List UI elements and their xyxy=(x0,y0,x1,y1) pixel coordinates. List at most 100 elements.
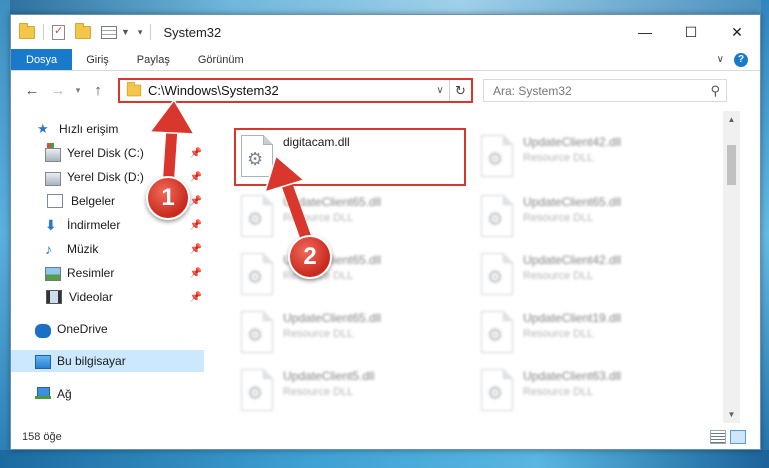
computer-icon xyxy=(35,354,51,369)
star-icon: ★ xyxy=(37,121,49,136)
scrollbar-thumb[interactable] xyxy=(727,145,736,185)
search-icon[interactable]: ⚲ xyxy=(710,83,720,99)
file-item[interactable]: ⚙ UpdateClient5.dll Resource DLL xyxy=(236,365,476,417)
file-item[interactable]: ⚙ UpdateClient42.dll Resource DLL xyxy=(476,131,716,183)
file-type: Resource DLL xyxy=(523,152,594,164)
sidebar-item-videos[interactable]: Videolar 📌 xyxy=(11,286,206,308)
sidebar-item-label: Yerel Disk (C:) xyxy=(67,146,144,160)
videos-icon xyxy=(46,290,62,304)
navigation-pane: ★ Hızlı erişim Yerel Disk (C:) 📌 Yerel D… xyxy=(11,111,206,423)
gear-icon: ⚙ xyxy=(247,383,264,403)
dll-file-icon: ⚙ xyxy=(481,311,513,353)
window-title: System32 xyxy=(163,24,222,40)
onedrive-icon xyxy=(35,323,51,338)
sidebar-item-onedrive[interactable]: OneDrive xyxy=(11,318,206,340)
gear-icon: ⚙ xyxy=(247,209,264,229)
tab-file[interactable]: Dosya xyxy=(11,49,73,70)
quick-access-toolbar: ▼ ▾ xyxy=(11,15,155,49)
callout-badge-2: 2 xyxy=(288,235,332,279)
view-icon[interactable] xyxy=(101,25,117,39)
sidebar-item-this-pc[interactable]: Bu bilgisayar xyxy=(11,350,204,372)
expand-ribbon-icon[interactable]: ∨ xyxy=(717,54,724,65)
address-path[interactable]: C:\Windows\System32 xyxy=(148,83,279,98)
pin-icon: 📌 xyxy=(189,219,202,231)
file-type: Resource DLL xyxy=(523,386,594,398)
sidebar-item-label: Belgeler xyxy=(71,194,116,208)
sidebar-item-label: İndirmeler xyxy=(67,218,121,232)
status-bar: 158 öğe xyxy=(11,425,760,449)
maximize-button[interactable]: ☐ xyxy=(668,15,714,49)
tab-view[interactable]: Görünüm xyxy=(184,49,258,70)
file-type: Resource DLL xyxy=(523,212,594,224)
downloads-icon: ⬇ xyxy=(45,217,57,233)
gear-icon: ⚙ xyxy=(487,149,504,169)
file-type: Resource DLL xyxy=(283,386,354,398)
file-item[interactable]: ⚙ UpdateClient63.dll Resource DLL xyxy=(476,365,716,417)
file-item-digitacam[interactable]: ⚙ digitacam.dll xyxy=(236,131,476,183)
file-item[interactable]: ⚙ UpdateClient42.dll Resource DLL xyxy=(476,249,716,301)
properties-icon[interactable] xyxy=(52,24,65,40)
title-bar: ▼ ▾ System32 — ☐ ✕ xyxy=(11,15,760,49)
dll-file-icon: ⚙ xyxy=(241,311,273,353)
scroll-up-icon[interactable]: ▲ xyxy=(723,111,740,128)
sidebar-item-pictures[interactable]: Resimler 📌 xyxy=(11,262,206,284)
refresh-button[interactable]: ↻ xyxy=(449,80,471,101)
file-type: Resource DLL xyxy=(283,212,354,224)
desktop-background xyxy=(0,0,10,468)
up-button[interactable]: ↑ xyxy=(85,82,111,99)
network-icon xyxy=(35,387,51,401)
tab-home[interactable]: Giriş xyxy=(72,49,123,70)
sidebar-item-quick-access[interactable]: ★ Hızlı erişim xyxy=(11,118,206,140)
customize-toolbar-icon[interactable]: ▾ xyxy=(138,27,143,38)
back-button[interactable]: ← xyxy=(19,82,45,99)
file-item[interactable]: ⚙ UpdateClient65.dll Resource DLL xyxy=(236,307,476,359)
drive-icon xyxy=(45,171,61,186)
sidebar-item-label: Videolar xyxy=(69,290,113,304)
details-view-icon[interactable] xyxy=(710,430,726,444)
recent-locations-button[interactable]: ▾ xyxy=(71,85,85,96)
pin-icon: 📌 xyxy=(189,171,202,183)
gear-icon: ⚙ xyxy=(247,149,264,169)
gear-icon: ⚙ xyxy=(247,267,264,287)
forward-button[interactable]: → xyxy=(45,82,71,99)
sidebar-item-music[interactable]: ♪ Müzik 📌 xyxy=(11,238,206,260)
sidebar-item-local-disk-c[interactable]: Yerel Disk (C:) 📌 xyxy=(11,142,206,164)
address-dropdown-icon[interactable]: ∨ xyxy=(431,85,449,96)
file-item[interactable]: ⚙ UpdateClient65.dll Resource DLL xyxy=(236,249,476,301)
file-item[interactable]: ⚙ UpdateClient19.dll Resource DLL xyxy=(476,307,716,359)
file-type: Resource DLL xyxy=(523,270,594,282)
sidebar-item-label: Hızlı erişim xyxy=(59,122,119,136)
file-name: UpdateClient19.dll xyxy=(523,311,622,325)
scroll-down-icon[interactable]: ▼ xyxy=(723,406,740,423)
pin-icon: 📌 xyxy=(189,267,202,279)
large-icons-view-icon[interactable] xyxy=(730,430,746,444)
pin-icon: 📌 xyxy=(189,147,202,159)
help-icon[interactable]: ? xyxy=(734,52,748,67)
file-type: Resource DLL xyxy=(523,328,594,340)
close-button[interactable]: ✕ xyxy=(714,15,760,49)
file-item[interactable]: ⚙ UpdateClient65.dll Resource DLL xyxy=(236,191,476,243)
new-folder-icon[interactable] xyxy=(75,22,91,39)
address-bar[interactable]: C:\Windows\System32 ∨ ↻ xyxy=(118,78,473,103)
vertical-scrollbar[interactable]: ▲ ▼ xyxy=(723,111,740,423)
search-input[interactable] xyxy=(493,83,693,98)
folder-icon xyxy=(126,81,142,97)
file-item[interactable]: ⚙ UpdateClient65.dll Resource DLL xyxy=(476,191,716,243)
desktop-background xyxy=(0,0,769,14)
sidebar-item-label: Ağ xyxy=(57,387,72,401)
sidebar-item-label: Müzik xyxy=(67,242,99,256)
sidebar-item-label: Yerel Disk (D:) xyxy=(67,170,144,184)
minimize-button[interactable]: — xyxy=(622,15,668,49)
file-name: UpdateClient65.dll xyxy=(523,195,622,209)
sidebar-item-label: Bu bilgisayar xyxy=(57,354,126,368)
folder-icon xyxy=(19,22,35,39)
dll-file-icon: ⚙ xyxy=(481,135,513,177)
sidebar-item-network[interactable]: Ağ xyxy=(11,383,206,405)
navigation-bar: ← → ▾ ↑ C:\Windows\System32 ∨ ↻ ⚲ xyxy=(11,72,760,109)
chevron-down-icon[interactable]: ▼ xyxy=(121,27,130,37)
gear-icon: ⚙ xyxy=(487,325,504,345)
toolbar-separator xyxy=(150,24,152,40)
window-controls: — ☐ ✕ xyxy=(622,15,760,49)
search-box[interactable]: ⚲ xyxy=(483,79,727,102)
tab-share[interactable]: Paylaş xyxy=(123,49,184,70)
